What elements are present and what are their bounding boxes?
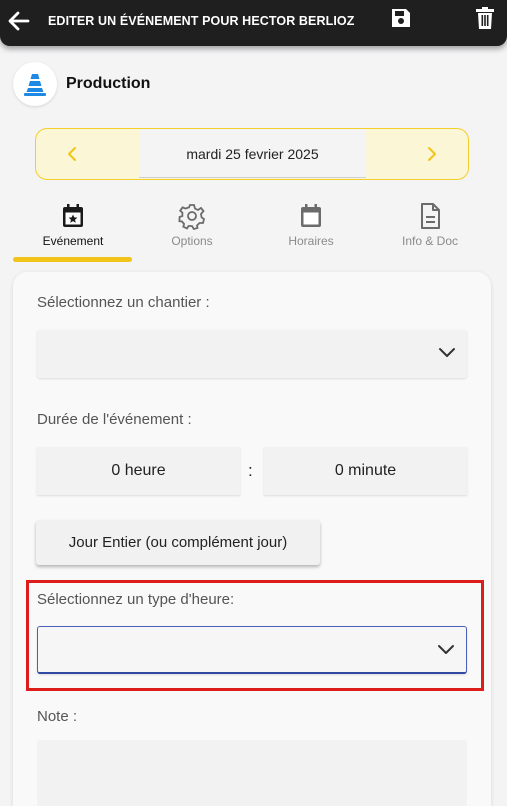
section-logo xyxy=(13,62,57,106)
chantier-label: Sélectionnez un chantier : xyxy=(37,294,210,311)
tab-options[interactable]: Options xyxy=(132,202,252,258)
duration-separator: : xyxy=(248,461,253,480)
note-textarea[interactable] xyxy=(37,740,467,806)
document-icon xyxy=(421,203,440,229)
chantier-select[interactable] xyxy=(37,330,467,378)
date-navigator: mardi 25 fevrier 2025 xyxy=(35,128,469,180)
tab-horaires[interactable]: Horaires xyxy=(251,202,371,258)
next-day-button[interactable] xyxy=(402,129,462,178)
chevron-right-icon xyxy=(428,146,436,161)
active-tab-indicator xyxy=(13,257,132,262)
previous-day-button[interactable] xyxy=(42,129,102,178)
duration-label: Durée de l'événement : xyxy=(37,411,192,428)
calendar-star-icon xyxy=(63,204,83,227)
traffic-cone-icon xyxy=(24,74,46,96)
minutes-field[interactable]: 0 minute xyxy=(264,447,467,495)
current-date[interactable]: mardi 25 fevrier 2025 xyxy=(139,129,366,178)
save-icon[interactable] xyxy=(390,7,412,29)
tab-evenement[interactable]: Evénement xyxy=(13,202,133,258)
tab-label: Evénement xyxy=(42,234,104,248)
note-label: Note : xyxy=(37,708,78,725)
full-day-button[interactable]: Jour Entier (ou complément jour) xyxy=(36,520,320,565)
page-title: EDITER UN ÉVÉNEMENT POUR HECTOR BERLIOZ xyxy=(48,14,355,28)
chevron-down-icon xyxy=(439,348,455,357)
chevron-left-icon xyxy=(68,146,76,161)
calendar-icon xyxy=(301,204,321,227)
hour-type-select[interactable] xyxy=(37,626,467,674)
tab-info-doc[interactable]: Info & Doc xyxy=(370,202,490,258)
top-app-bar: EDITER UN ÉVÉNEMENT POUR HECTOR BERLIOZ xyxy=(0,0,507,46)
hour-type-label: Sélectionnez un type d'heure: xyxy=(37,591,235,608)
tab-label: Options xyxy=(171,234,213,248)
chevron-down-icon xyxy=(438,645,454,654)
back-arrow-icon[interactable] xyxy=(6,9,32,33)
delete-trash-icon[interactable] xyxy=(474,6,496,30)
tab-label: Horaires xyxy=(288,234,334,248)
section-title: Production xyxy=(66,75,151,92)
section-header: Production xyxy=(13,62,150,106)
hours-field[interactable]: 0 heure xyxy=(37,447,240,495)
tab-label: Info & Doc xyxy=(401,234,459,248)
gear-icon xyxy=(178,204,206,230)
